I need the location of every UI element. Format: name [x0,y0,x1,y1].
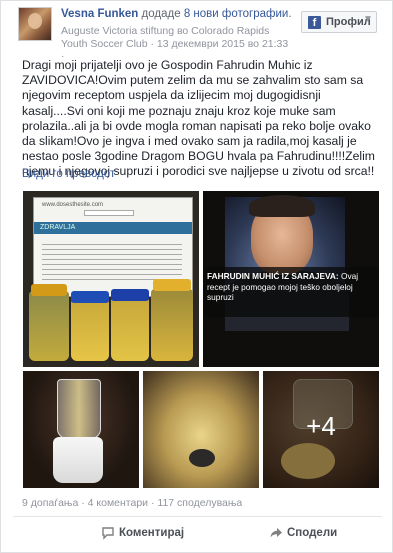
blender-blade [189,449,215,467]
post-headline: Vesna Funken додаде 8 нови фотографии. [61,8,292,20]
shares-count[interactable]: 117 споделувања [157,497,242,509]
website-url: www.dosesthesite.com [42,202,104,208]
photo-blended-mixture[interactable] [143,371,259,488]
post-header: Vesna Funken додаде 8 нови фотографии. A… [1,1,393,62]
stats-separator: · [78,497,88,509]
website-text-lines [42,240,182,280]
jar-lid [31,284,67,296]
post-card: Vesna Funken додаде 8 нови фотографии. A… [0,0,393,553]
post-action: додаде 8 нови фотографии. [142,8,292,20]
jar [71,299,109,361]
new-photos-link[interactable]: 8 нови фотографии [184,8,289,20]
portrait-hair [249,195,315,217]
photo-blender[interactable] [23,371,139,488]
avatar[interactable] [18,7,52,41]
caption-name: FAHRUDIN MUHIĆ IZ SARAJEVA: [207,271,339,281]
blender-base [53,437,103,483]
facebook-icon: f [308,16,321,29]
blender-jar [57,379,101,439]
jar-lid [111,289,149,301]
jar [29,291,69,361]
post-meta: Auguste Victoria stiftung во Colorado Ra… [61,25,289,62]
comments-count[interactable]: 4 коментари [88,497,148,509]
see-translation-link[interactable]: Види го преводот [22,168,115,180]
jar-lid [153,279,191,291]
post-text: Dragi moji prijatelji ovo je Gospodin Fa… [22,58,375,179]
author-name[interactable]: Vesna Funken [61,8,138,20]
comment-label: Коментирај [119,527,185,539]
photo-portrait-caption[interactable]: FAHRUDIN MUHIĆ IZ SARAJEVA: Ovaj recept … [203,191,379,367]
comment-icon [101,526,115,540]
likes-count[interactable]: 9 допаѓања [22,497,78,509]
action-suffix: . [288,8,292,20]
photo-recipe-screen-jars[interactable]: www.dosesthesite.com ZDRAVLJA [23,191,199,367]
website-search-bar [84,210,134,216]
photo-more[interactable]: +4 [263,371,379,488]
more-photos-count: +4 [306,411,336,441]
jar-lid [71,291,109,303]
share-label: Сподели [287,527,338,539]
website-band: ZDRAVLJA [34,222,192,234]
divider [13,516,382,517]
jar [111,297,149,361]
post-stats: 9 допаѓања · 4 коментари · 117 споделува… [22,497,242,509]
share-icon [269,526,283,540]
photo-grid: www.dosesthesite.com ZDRAVLJA FAHRUDIN M… [23,191,379,488]
jar [151,289,193,361]
stats-separator: · [148,497,158,509]
chevron-down-icon[interactable]: ▼ [361,14,375,28]
photo-caption: FAHRUDIN MUHIĆ IZ SARAJEVA: Ovaj recept … [203,267,379,317]
action-prefix: додаде [141,8,184,20]
